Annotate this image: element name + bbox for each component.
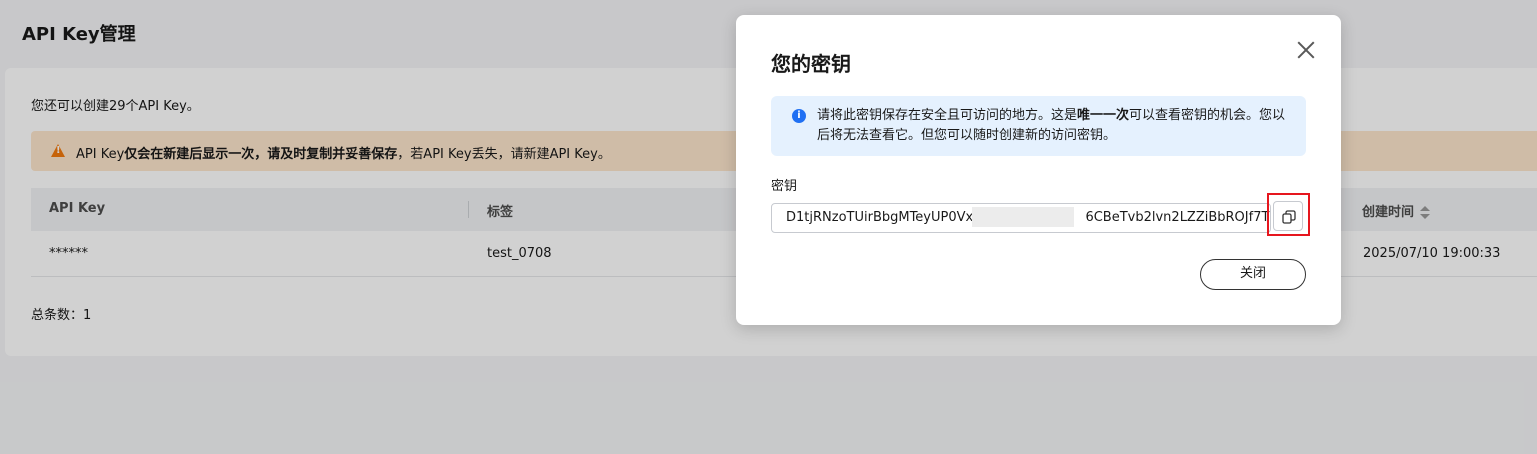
close-button[interactable]: 关闭 bbox=[1200, 259, 1306, 290]
key-label: 密钥 bbox=[771, 179, 798, 194]
info-text: 请将此密钥保存在安全且可访问的地方。这是唯一一次可以查看密钥的机会。您以后将无法… bbox=[817, 108, 1286, 143]
copy-icon bbox=[1282, 210, 1296, 224]
dialog-title: 您的密钥 bbox=[771, 52, 851, 76]
copy-button[interactable] bbox=[1273, 201, 1303, 231]
info-icon: i bbox=[792, 109, 806, 123]
key-redaction bbox=[972, 207, 1074, 227]
key-field[interactable]: D1tjRNzoTUirBbgMTeyUP0Vxn 6CBeTvb2lvn2LZZ… bbox=[771, 203, 1271, 233]
secret-key-dialog: 您的密钥 i 请将此密钥保存在安全且可访问的地方。这是唯一一次可以查看密钥的机会… bbox=[736, 15, 1341, 325]
info-box: i 请将此密钥保存在安全且可访问的地方。这是唯一一次可以查看密钥的机会。您以后将… bbox=[771, 96, 1306, 156]
close-icon[interactable] bbox=[1295, 39, 1317, 61]
